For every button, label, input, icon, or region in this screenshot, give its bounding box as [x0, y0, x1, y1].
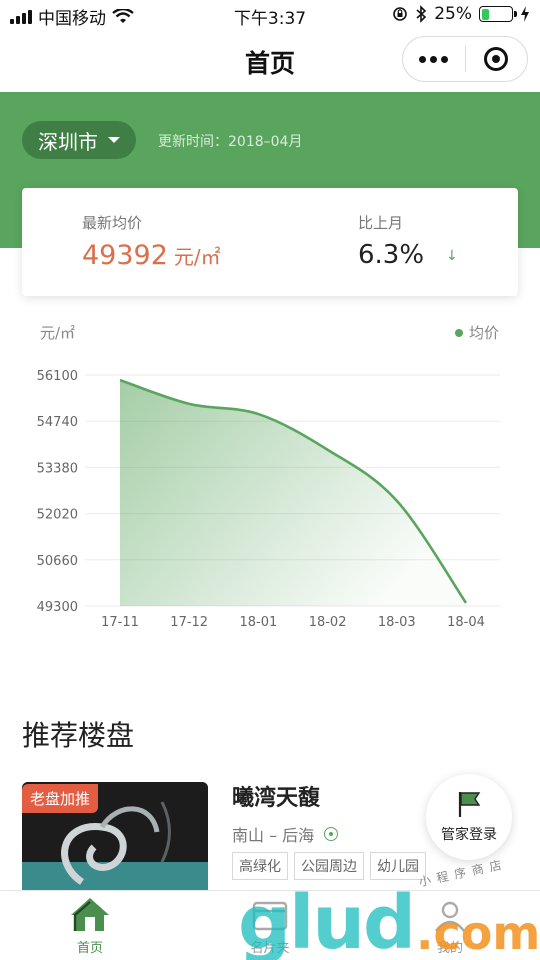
- listing-location: 南山 – 后海: [232, 822, 339, 846]
- y-tick-label: 49300: [37, 600, 78, 615]
- listing-name[interactable]: 曦湾天馥: [232, 780, 320, 812]
- latest-price-label: 最新均价: [82, 214, 143, 232]
- chevron-down-icon: [108, 137, 120, 143]
- status-right: 25%: [392, 4, 530, 24]
- tab-cards[interactable]: 名片夹: [180, 891, 360, 960]
- steward-login-button[interactable]: 管家登录: [426, 774, 512, 860]
- listing-location-text: 南山 – 后海: [232, 826, 315, 845]
- y-tick-label: 56100: [37, 369, 78, 384]
- x-tick-label: 18-01: [240, 615, 278, 630]
- price-unit: 元/㎡: [173, 245, 221, 269]
- mom-label: 比上月: [358, 214, 404, 232]
- user-icon: [435, 901, 465, 932]
- legend-marker: [455, 329, 463, 337]
- price-card: 最新均价 49392 元/㎡ 比上月 6.3% ↓: [22, 188, 518, 296]
- tab-mine-label: 我的: [436, 941, 463, 956]
- status-bar: 中国移动 下午3:37 25%: [0, 0, 540, 30]
- mom-value: 6.3%: [358, 240, 425, 270]
- latest-price: 49392 元/㎡: [82, 240, 221, 271]
- y-axis-unit: 元/㎡: [40, 324, 75, 342]
- tab-bar: 首页 名片夹 我的: [0, 890, 540, 960]
- x-tick-label: 17-11: [101, 615, 139, 630]
- charging-icon: [521, 6, 529, 22]
- battery-icon: [479, 6, 517, 22]
- tab-mine[interactable]: 我的: [360, 891, 540, 960]
- tab-home-label: 首页: [76, 941, 103, 956]
- close-target-icon[interactable]: [465, 47, 527, 71]
- update-time: 更新时间：2018–04月: [158, 134, 303, 150]
- tab-home[interactable]: 首页: [0, 891, 180, 960]
- listing-tags: 高绿化 公园周边 幼儿园: [232, 852, 426, 880]
- x-tick-label: 18-04: [447, 615, 485, 630]
- battery-percent: 25%: [434, 4, 472, 24]
- y-tick-label: 54740: [37, 415, 78, 430]
- more-icon[interactable]: [403, 55, 465, 63]
- series-area: [120, 380, 466, 606]
- x-tick-label: 18-02: [309, 615, 347, 630]
- city-label: 深圳市: [38, 129, 98, 154]
- y-tick-label: 52020: [37, 508, 78, 523]
- x-tick-label: 17-12: [170, 615, 208, 630]
- location-pin-icon: [324, 827, 339, 841]
- y-tick-label: 50660: [37, 554, 78, 569]
- listing-tag: 幼儿园: [370, 852, 426, 880]
- listing-tag: 公园周边: [294, 852, 364, 880]
- section-title: 推荐楼盘: [22, 719, 135, 752]
- flag-icon: [458, 792, 481, 817]
- mini-program-capsule: [402, 36, 528, 82]
- nav-bar: 首页: [0, 30, 540, 92]
- y-tick-label: 53380: [37, 461, 78, 476]
- watermark-small: 小程序商店: [417, 856, 509, 890]
- orientation-lock-icon: [393, 7, 408, 21]
- bluetooth-icon: [416, 5, 427, 23]
- x-tick-label: 18-03: [378, 615, 416, 630]
- down-arrow-icon: ↓: [446, 248, 458, 264]
- latest-price-value: 49392: [82, 240, 168, 271]
- tab-cards-label: 名片夹: [250, 941, 290, 956]
- price-trend-chart: 元/㎡ 均价 56100 54740 53380 52020 50660 49300 17-11…: [37, 324, 500, 630]
- legend-label: 均价: [469, 324, 499, 342]
- city-selector[interactable]: 深圳市: [22, 121, 136, 159]
- old-listing-badge: 老盘加推: [22, 784, 99, 813]
- card-icon: [252, 901, 288, 931]
- home-icon: [71, 898, 109, 931]
- steward-login-label: 管家登录: [441, 827, 497, 843]
- listing-tag: 高绿化: [232, 852, 288, 880]
